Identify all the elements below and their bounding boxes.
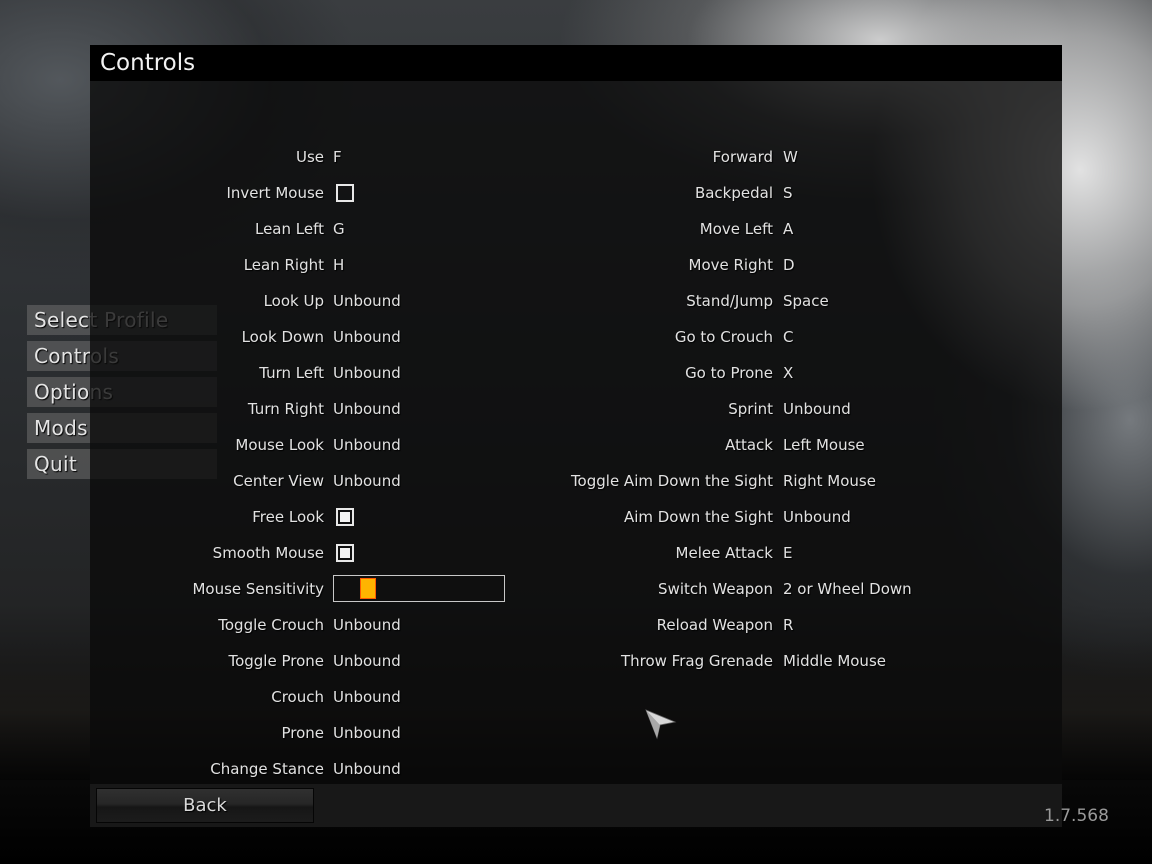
control-label: Throw Frag Grenade — [620, 652, 773, 670]
control-label: Sprint — [728, 400, 773, 418]
control-row-switch-weapon: Switch Weapon 2 or Wheel Down — [90, 571, 912, 607]
arrow-cursor-icon — [645, 709, 677, 740]
keybind-value[interactable]: S — [783, 175, 793, 211]
control-label: Attack — [725, 436, 773, 454]
control-row-backpedal: Backpedal S — [90, 175, 793, 211]
control-row-reload-weapon: Reload Weapon R — [90, 607, 794, 643]
control-row-attack: Attack Left Mouse — [90, 427, 865, 463]
control-row-crouch: Crouch Unbound — [90, 679, 590, 715]
control-label: Prone — [281, 724, 324, 742]
control-label: Move Left — [699, 220, 773, 238]
keybind-value[interactable]: E — [783, 535, 792, 571]
keybind-value[interactable]: R — [783, 607, 793, 643]
control-row-change-stance: Change Stance Unbound — [90, 751, 590, 787]
control-label: Forward — [712, 148, 773, 166]
control-row-aim-down-the-sight: Aim Down the Sight Unbound — [90, 499, 851, 535]
title-bar: Controls — [90, 45, 1062, 81]
control-label: Toggle Aim Down the Sight — [570, 472, 773, 490]
control-row-move-right: Move Right D — [90, 247, 795, 283]
footer-bar: Back — [90, 784, 1062, 827]
control-row-melee-attack: Melee Attack E — [90, 535, 793, 571]
control-row-prone: Prone Unbound — [90, 715, 590, 751]
control-label: Go to Crouch — [674, 328, 773, 346]
control-label: Aim Down the Sight — [623, 508, 773, 526]
panel-title: Controls — [100, 50, 196, 76]
control-row-stand-jump: Stand/Jump Space — [90, 283, 828, 319]
keybind-value[interactable]: X — [783, 355, 793, 391]
controls-right-column: Forward W Backpedal S Move Left A Move Right D S… — [571, 139, 912, 679]
keybind-value[interactable]: Middle Mouse — [783, 643, 886, 679]
control-row-forward: Forward W — [90, 139, 798, 175]
control-row-move-left: Move Left A — [90, 211, 793, 247]
control-row-throw-frag-grenade: Throw Frag Grenade Middle Mouse — [90, 643, 886, 679]
keybind-value[interactable]: A — [783, 211, 793, 247]
keybind-value[interactable]: Left Mouse — [783, 427, 865, 463]
keybind-value[interactable]: W — [783, 139, 798, 175]
keybind-value[interactable]: 2 or Wheel Down — [783, 571, 912, 607]
control-label: Reload Weapon — [656, 616, 773, 634]
keybind-value[interactable]: Unbound — [333, 715, 401, 751]
control-label: Switch Weapon — [658, 580, 773, 598]
control-row-toggle-aim-down-the-sight: Toggle Aim Down the Sight Right Mouse — [90, 463, 876, 499]
control-row-sprint: Sprint Unbound — [90, 391, 851, 427]
keybind-value[interactable]: Right Mouse — [783, 463, 876, 499]
control-label: Move Right — [688, 256, 774, 274]
control-row-go-to-crouch: Go to Crouch C — [90, 319, 794, 355]
control-label: Melee Attack — [675, 544, 773, 562]
keybind-value[interactable]: Space — [783, 283, 829, 319]
control-row-go-to-prone: Go to Prone X — [90, 355, 793, 391]
keybind-value[interactable]: C — [783, 319, 793, 355]
controls-panel: Controls Use F Invert Mouse Lean Left G Lean … — [90, 45, 1062, 827]
control-label: Change Stance — [210, 760, 324, 778]
back-button[interactable]: Back — [96, 788, 314, 823]
keybind-value[interactable]: Unbound — [333, 679, 401, 715]
control-label: Stand/Jump — [686, 292, 773, 310]
version-label: 1.7.568 — [1044, 806, 1109, 826]
control-label: Crouch — [271, 688, 324, 706]
keybind-value[interactable]: Unbound — [783, 499, 851, 535]
control-label: Go to Prone — [685, 364, 773, 382]
keybind-value[interactable]: Unbound — [333, 751, 401, 787]
keybind-value[interactable]: D — [783, 247, 795, 283]
keybind-value[interactable]: Unbound — [783, 391, 851, 427]
control-label: Backpedal — [694, 184, 773, 202]
